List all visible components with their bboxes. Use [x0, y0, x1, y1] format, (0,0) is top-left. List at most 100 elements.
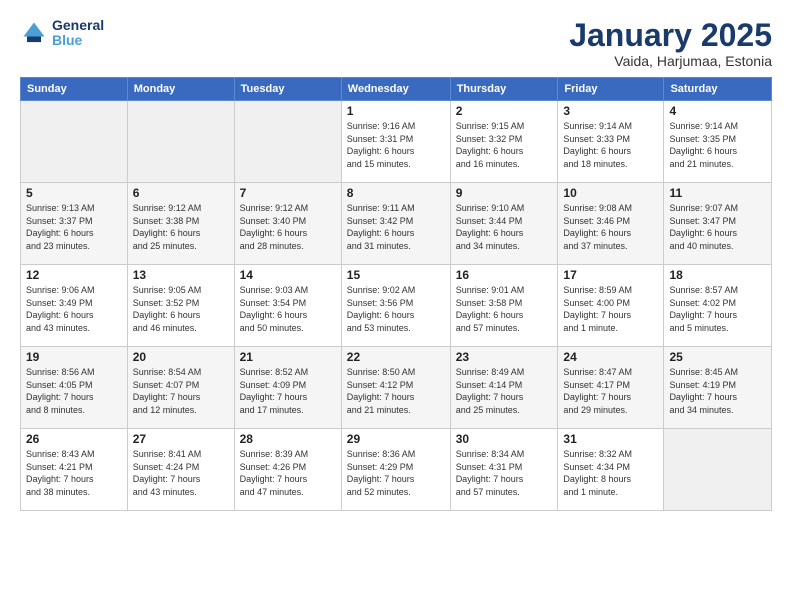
calendar-cell: 14 Sunrise: 9:03 AM Sunset: 3:54 PM Dayli… [234, 265, 341, 347]
day-number: 6 [133, 186, 229, 200]
calendar-cell [234, 101, 341, 183]
day-number: 11 [669, 186, 766, 200]
day-info: Sunrise: 9:15 AM Sunset: 3:32 PM Dayligh… [456, 120, 553, 170]
day-info: Sunrise: 9:14 AM Sunset: 3:33 PM Dayligh… [563, 120, 658, 170]
weekday-header-row: SundayMondayTuesdayWednesdayThursdayFrid… [21, 78, 772, 101]
day-info: Sunrise: 9:10 AM Sunset: 3:44 PM Dayligh… [456, 202, 553, 252]
day-number: 17 [563, 268, 658, 282]
day-number: 2 [456, 104, 553, 118]
calendar-cell: 8 Sunrise: 9:11 AM Sunset: 3:42 PM Daylig… [341, 183, 450, 265]
day-info: Sunrise: 9:05 AM Sunset: 3:52 PM Dayligh… [133, 284, 229, 334]
day-number: 28 [240, 432, 336, 446]
logo-icon [20, 19, 48, 47]
calendar-cell: 9 Sunrise: 9:10 AM Sunset: 3:44 PM Daylig… [450, 183, 558, 265]
day-number: 30 [456, 432, 553, 446]
calendar-cell: 20 Sunrise: 8:54 AM Sunset: 4:07 PM Dayli… [127, 347, 234, 429]
day-number: 4 [669, 104, 766, 118]
day-number: 20 [133, 350, 229, 364]
day-info: Sunrise: 8:47 AM Sunset: 4:17 PM Dayligh… [563, 366, 658, 416]
day-number: 5 [26, 186, 122, 200]
day-info: Sunrise: 8:54 AM Sunset: 4:07 PM Dayligh… [133, 366, 229, 416]
calendar-cell: 23 Sunrise: 8:49 AM Sunset: 4:14 PM Dayli… [450, 347, 558, 429]
calendar-cell: 22Sunrise: 8:50 AM Sunset: 4:12 PM Dayli… [341, 347, 450, 429]
day-number: 29 [347, 432, 445, 446]
logo-text: General Blue [52, 18, 104, 49]
weekday-friday: Friday [558, 78, 664, 101]
calendar-cell: 15Sunrise: 9:02 AM Sunset: 3:56 PM Dayli… [341, 265, 450, 347]
day-info: Sunrise: 8:45 AM Sunset: 4:19 PM Dayligh… [669, 366, 766, 416]
calendar-cell: 17 Sunrise: 8:59 AM Sunset: 4:00 PM Dayli… [558, 265, 664, 347]
day-info: Sunrise: 8:57 AM Sunset: 4:02 PM Dayligh… [669, 284, 766, 334]
weekday-wednesday: Wednesday [341, 78, 450, 101]
day-info: Sunrise: 9:08 AM Sunset: 3:46 PM Dayligh… [563, 202, 658, 252]
day-info: Sunrise: 9:03 AM Sunset: 3:54 PM Dayligh… [240, 284, 336, 334]
calendar-cell: 3 Sunrise: 9:14 AM Sunset: 3:33 PM Daylig… [558, 101, 664, 183]
calendar-cell [664, 429, 772, 511]
calendar-week-1: 5Sunrise: 9:13 AM Sunset: 3:37 PM Daylig… [21, 183, 772, 265]
calendar-cell [127, 101, 234, 183]
calendar-cell: 21Sunrise: 8:52 AM Sunset: 4:09 PM Dayli… [234, 347, 341, 429]
day-info: Sunrise: 8:32 AM Sunset: 4:34 PM Dayligh… [563, 448, 658, 498]
day-number: 26 [26, 432, 122, 446]
day-info: Sunrise: 9:01 AM Sunset: 3:58 PM Dayligh… [456, 284, 553, 334]
calendar-cell: 27Sunrise: 8:41 AM Sunset: 4:24 PM Dayli… [127, 429, 234, 511]
day-number: 16 [456, 268, 553, 282]
day-number: 27 [133, 432, 229, 446]
calendar-cell: 18 Sunrise: 8:57 AM Sunset: 4:02 PM Dayli… [664, 265, 772, 347]
day-info: Sunrise: 8:50 AM Sunset: 4:12 PM Dayligh… [347, 366, 445, 416]
weekday-sunday: Sunday [21, 78, 128, 101]
main-title: January 2025 [569, 18, 772, 53]
day-number: 13 [133, 268, 229, 282]
calendar-cell: 1Sunrise: 9:16 AM Sunset: 3:31 PM Daylig… [341, 101, 450, 183]
day-info: Sunrise: 9:14 AM Sunset: 3:35 PM Dayligh… [669, 120, 766, 170]
day-number: 21 [240, 350, 336, 364]
day-number: 8 [347, 186, 445, 200]
calendar-cell: 5Sunrise: 9:13 AM Sunset: 3:37 PM Daylig… [21, 183, 128, 265]
calendar-cell: 10 Sunrise: 9:08 AM Sunset: 3:46 PM Dayli… [558, 183, 664, 265]
logo-line1: General [52, 18, 104, 33]
weekday-thursday: Thursday [450, 78, 558, 101]
day-info: Sunrise: 8:56 AM Sunset: 4:05 PM Dayligh… [26, 366, 122, 416]
day-number: 15 [347, 268, 445, 282]
calendar-cell: 29Sunrise: 8:36 AM Sunset: 4:29 PM Dayli… [341, 429, 450, 511]
day-number: 9 [456, 186, 553, 200]
day-info: Sunrise: 9:12 AM Sunset: 3:40 PM Dayligh… [240, 202, 336, 252]
day-number: 31 [563, 432, 658, 446]
day-info: Sunrise: 8:43 AM Sunset: 4:21 PM Dayligh… [26, 448, 122, 498]
day-info: Sunrise: 8:59 AM Sunset: 4:00 PM Dayligh… [563, 284, 658, 334]
calendar-cell: 7Sunrise: 9:12 AM Sunset: 3:40 PM Daylig… [234, 183, 341, 265]
day-info: Sunrise: 8:39 AM Sunset: 4:26 PM Dayligh… [240, 448, 336, 498]
header: General Blue January 2025 Vaida, Harjuma… [20, 18, 772, 69]
calendar-cell: 11 Sunrise: 9:07 AM Sunset: 3:47 PM Dayli… [664, 183, 772, 265]
subtitle: Vaida, Harjumaa, Estonia [569, 53, 772, 69]
day-number: 18 [669, 268, 766, 282]
calendar-cell: 2 Sunrise: 9:15 AM Sunset: 3:32 PM Daylig… [450, 101, 558, 183]
calendar-cell: 31 Sunrise: 8:32 AM Sunset: 4:34 PM Dayli… [558, 429, 664, 511]
day-number: 24 [563, 350, 658, 364]
weekday-tuesday: Tuesday [234, 78, 341, 101]
calendar-cell: 6Sunrise: 9:12 AM Sunset: 3:38 PM Daylig… [127, 183, 234, 265]
day-info: Sunrise: 8:49 AM Sunset: 4:14 PM Dayligh… [456, 366, 553, 416]
logo: General Blue [20, 18, 104, 49]
day-number: 10 [563, 186, 658, 200]
calendar-cell: 25Sunrise: 8:45 AM Sunset: 4:19 PM Dayli… [664, 347, 772, 429]
calendar-cell: 12 Sunrise: 9:06 AM Sunset: 3:49 PM Dayli… [21, 265, 128, 347]
day-number: 1 [347, 104, 445, 118]
page: General Blue January 2025 Vaida, Harjuma… [0, 0, 792, 612]
day-number: 14 [240, 268, 336, 282]
day-number: 3 [563, 104, 658, 118]
calendar-cell: 4 Sunrise: 9:14 AM Sunset: 3:35 PM Daylig… [664, 101, 772, 183]
day-info: Sunrise: 9:07 AM Sunset: 3:47 PM Dayligh… [669, 202, 766, 252]
calendar-cell: 28 Sunrise: 8:39 AM Sunset: 4:26 PM Dayli… [234, 429, 341, 511]
calendar-week-0: 1Sunrise: 9:16 AM Sunset: 3:31 PM Daylig… [21, 101, 772, 183]
day-number: 23 [456, 350, 553, 364]
weekday-saturday: Saturday [664, 78, 772, 101]
calendar: SundayMondayTuesdayWednesdayThursdayFrid… [20, 77, 772, 511]
day-info: Sunrise: 9:11 AM Sunset: 3:42 PM Dayligh… [347, 202, 445, 252]
day-info: Sunrise: 9:06 AM Sunset: 3:49 PM Dayligh… [26, 284, 122, 334]
day-number: 12 [26, 268, 122, 282]
weekday-monday: Monday [127, 78, 234, 101]
calendar-cell: 24 Sunrise: 8:47 AM Sunset: 4:17 PM Dayli… [558, 347, 664, 429]
calendar-week-3: 19Sunrise: 8:56 AM Sunset: 4:05 PM Dayli… [21, 347, 772, 429]
calendar-cell: 26 Sunrise: 8:43 AM Sunset: 4:21 PM Dayli… [21, 429, 128, 511]
